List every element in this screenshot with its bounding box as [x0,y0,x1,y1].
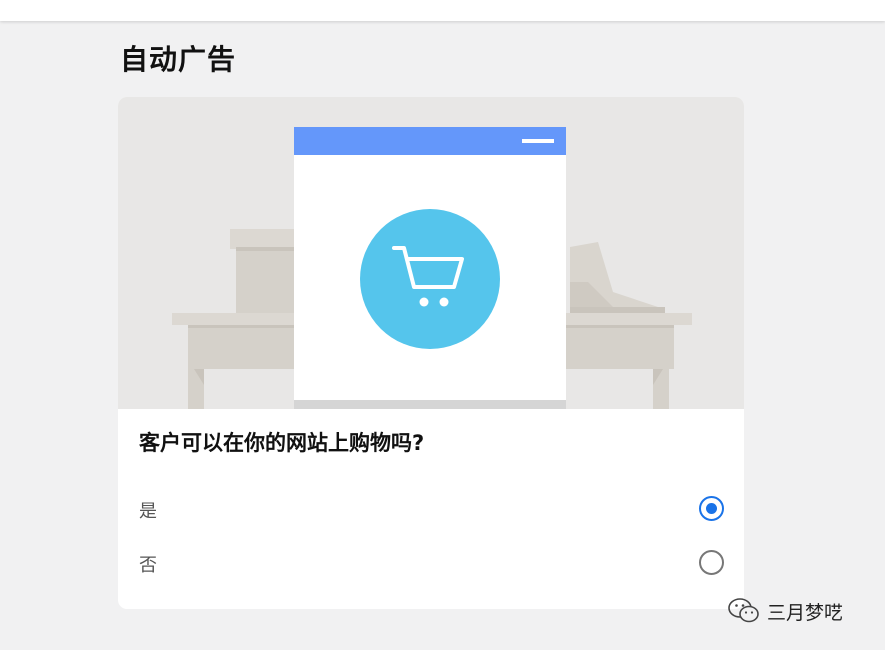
page-title: 自动广告 [120,43,237,76]
option-no-label: 否 [139,555,157,576]
auto-ads-card: 客户可以在你的网站上购物吗? 是 否 [118,97,744,609]
radio-no[interactable] [699,550,724,575]
purchase-question: 客户可以在你的网站上购物吗? [139,431,425,455]
store-illustration [118,97,744,409]
radio-selected-dot [706,503,717,514]
watermark-text: 三月梦呓 [767,601,844,624]
option-yes[interactable]: 是 [118,488,744,528]
store-scene [172,127,692,409]
window-menu-icon [522,139,554,143]
watermark: 三月梦呓 [727,597,843,625]
cart-circle [360,209,500,349]
option-no[interactable]: 否 [118,542,744,582]
option-yes-label: 是 [139,501,157,522]
top-bar [0,0,885,21]
radio-yes[interactable] [699,496,724,521]
wechat-icon [728,598,759,623]
